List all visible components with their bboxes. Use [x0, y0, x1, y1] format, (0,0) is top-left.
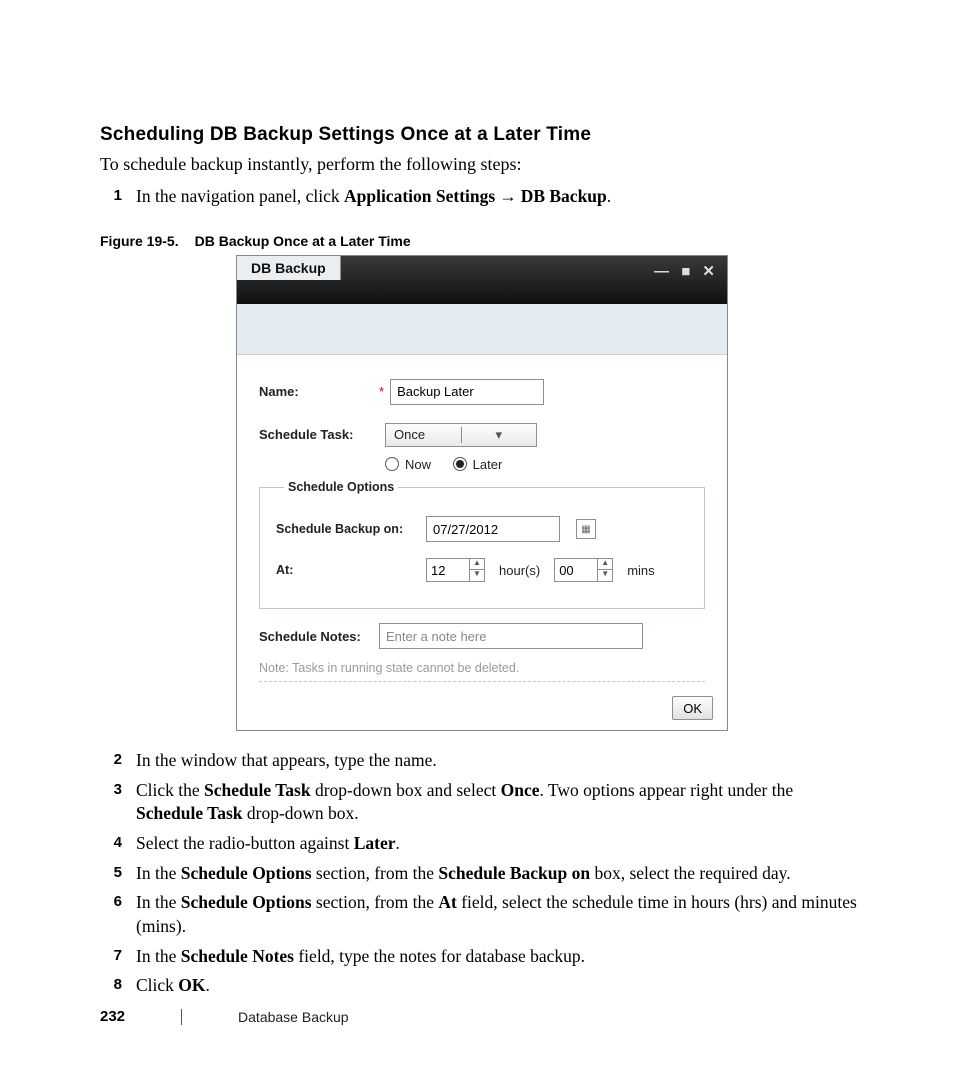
schedule-task-label: Schedule Task:	[259, 427, 379, 442]
step-text: In the Schedule Notes field, type the no…	[136, 945, 585, 969]
step-text: Select the radio-button against Later.	[136, 832, 400, 856]
required-marker: *	[379, 384, 384, 399]
step-number: 8	[100, 974, 122, 993]
step-text: In the navigation panel, click Applicati…	[136, 185, 611, 209]
step-number: 5	[100, 862, 122, 881]
step-number: 1	[100, 185, 122, 204]
section-heading: Scheduling DB Backup Settings Once at a …	[100, 124, 864, 146]
spin-down-icon[interactable]: ▼	[598, 570, 612, 580]
radio-icon	[453, 457, 467, 471]
schedule-options-group: Schedule Options Schedule Backup on: ▦ A…	[259, 480, 705, 609]
step-text: In the window that appears, type the nam…	[136, 749, 437, 773]
schedule-date-input[interactable]	[426, 516, 560, 542]
step-number: 6	[100, 891, 122, 910]
intro-text: To schedule backup instantly, perform th…	[100, 154, 864, 175]
window-controls[interactable]: — ■ ✕	[654, 262, 719, 280]
step-number: 3	[100, 779, 122, 798]
dialog-titlebar[interactable]: DB Backup — ■ ✕	[237, 256, 727, 304]
schedule-notes-input[interactable]	[379, 623, 643, 649]
ok-button[interactable]: OK	[672, 696, 713, 720]
mins-spinner[interactable]: ▲▼	[554, 558, 613, 582]
footer-section: Database Backup	[238, 1009, 349, 1025]
step-number: 4	[100, 832, 122, 851]
spin-down-icon[interactable]: ▼	[470, 570, 484, 580]
schedule-options-legend: Schedule Options	[284, 480, 398, 494]
radio-later[interactable]: Later	[453, 457, 503, 472]
radio-icon	[385, 457, 399, 471]
dialog-toolbar	[237, 304, 727, 355]
name-input[interactable]	[390, 379, 544, 405]
step-text: Click OK.	[136, 974, 210, 998]
mins-unit: mins	[627, 563, 654, 578]
figure-caption: Figure 19-5.DB Backup Once at a Later Ti…	[100, 233, 864, 249]
at-label: At:	[276, 563, 426, 577]
hours-spinner[interactable]: ▲▼	[426, 558, 485, 582]
name-label: Name:	[259, 384, 379, 399]
schedule-task-value: Once	[386, 427, 461, 442]
mins-input[interactable]	[555, 559, 597, 581]
hours-input[interactable]	[427, 559, 469, 581]
step-number: 7	[100, 945, 122, 964]
dialog-note: Note: Tasks in running state cannot be d…	[259, 661, 705, 675]
chevron-down-icon: ▾	[461, 427, 537, 443]
hours-unit: hour(s)	[499, 563, 540, 578]
step-text: In the Schedule Options section, from th…	[136, 862, 791, 886]
radio-now[interactable]: Now	[385, 457, 431, 472]
dialog-tab[interactable]: DB Backup	[237, 256, 341, 280]
step-text: Click the Schedule Task drop-down box an…	[136, 779, 864, 826]
step-text: In the Schedule Options section, from th…	[136, 891, 864, 938]
schedule-task-select[interactable]: Once ▾	[385, 423, 537, 447]
schedule-notes-label: Schedule Notes:	[259, 629, 379, 644]
page-number: 232	[100, 1008, 125, 1025]
calendar-icon[interactable]: ▦	[576, 519, 596, 539]
step-number: 2	[100, 749, 122, 768]
db-backup-dialog: DB Backup — ■ ✕ Name: * Schedule Task: O…	[236, 255, 728, 732]
page-footer: 232 Database Backup	[100, 1008, 349, 1025]
schedule-backup-on-label: Schedule Backup on:	[276, 522, 426, 536]
